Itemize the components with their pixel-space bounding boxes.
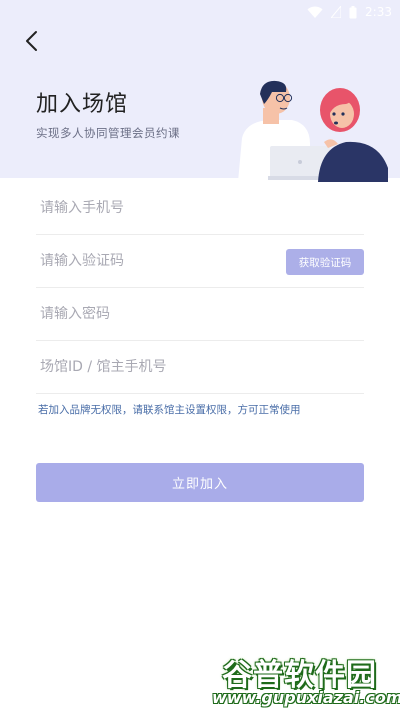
code-input[interactable] [36, 253, 276, 269]
venue-id-input[interactable] [36, 359, 276, 375]
permission-hint: 若加入品牌无权限，请联系馆主设置权限，方可正常使用 [38, 404, 301, 416]
phone-input[interactable] [36, 200, 276, 216]
battery-icon [349, 5, 357, 19]
header-banner: 2:33 加入场馆 实现多人协同管理会员约课 [0, 0, 400, 182]
wifi-icon [307, 6, 323, 18]
get-code-button[interactable]: 获取验证码 [286, 249, 364, 275]
page-title: 加入场馆 [36, 92, 129, 117]
password-field [36, 288, 364, 341]
status-time: 2:33 [365, 5, 392, 19]
watermark-url: www.gupuxiazai.com [212, 688, 400, 707]
join-button[interactable]: 立即加入 [36, 463, 364, 502]
signal-icon [331, 6, 342, 18]
page-subtitle: 实现多人协同管理会员约课 [36, 126, 180, 140]
back-button[interactable] [18, 28, 44, 54]
venue-id-field [36, 341, 364, 394]
phone-field [36, 182, 364, 235]
watermark: 谷普软件园 www.gupuxiazai.com [212, 650, 400, 712]
join-form: 获取验证码 [36, 182, 364, 394]
password-input[interactable] [36, 306, 276, 322]
status-bar: 2:33 [307, 3, 392, 21]
team-illustration [228, 78, 400, 182]
chevron-left-icon [26, 31, 37, 51]
